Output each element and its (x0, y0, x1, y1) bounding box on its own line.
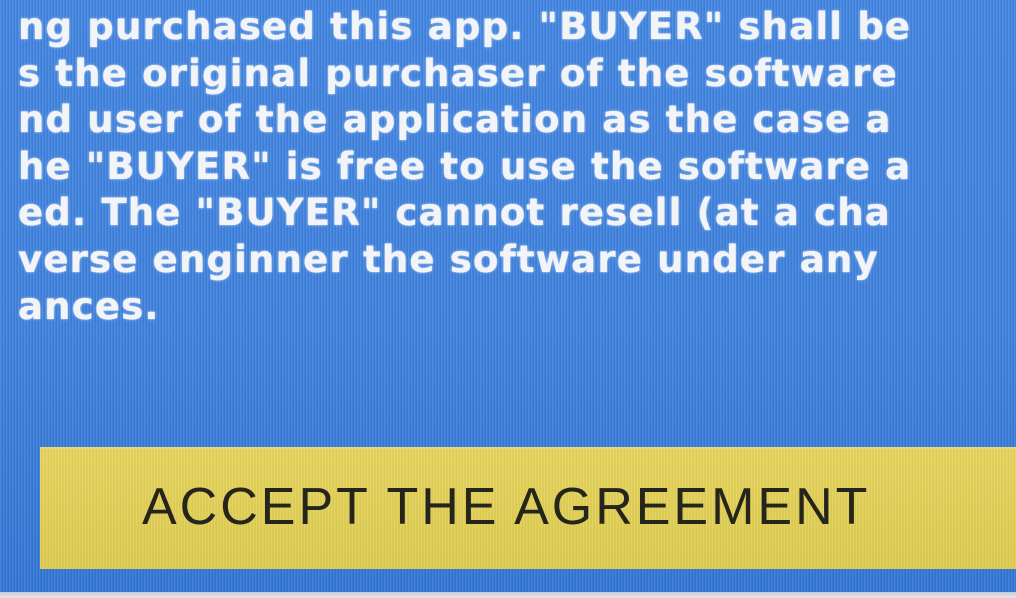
agreement-line: ed. The "BUYER" cannot resell (at a cha (18, 191, 891, 235)
agreement-text: ng purchased this app. "BUYER" shall be … (18, 4, 1016, 330)
screen-bezel (0, 592, 1016, 598)
agreement-line: s the original purchaser of the software (18, 51, 898, 95)
agreement-line: ng purchased this app. "BUYER" shall be (18, 5, 912, 48)
agreement-screen: ng purchased this app. "BUYER" shall be … (0, 0, 1016, 592)
agreement-line: ances. (18, 284, 160, 328)
accept-agreement-button[interactable]: ACCEPT THE AGREEMENT (40, 447, 1016, 569)
agreement-line: verse enginner the software under any (18, 237, 879, 281)
agreement-line: nd user of the application as the case a (18, 98, 892, 142)
agreement-line: he "BUYER" is free to use the software a (18, 144, 912, 188)
accept-button-label: ACCEPT THE AGREEMENT (142, 478, 871, 536)
